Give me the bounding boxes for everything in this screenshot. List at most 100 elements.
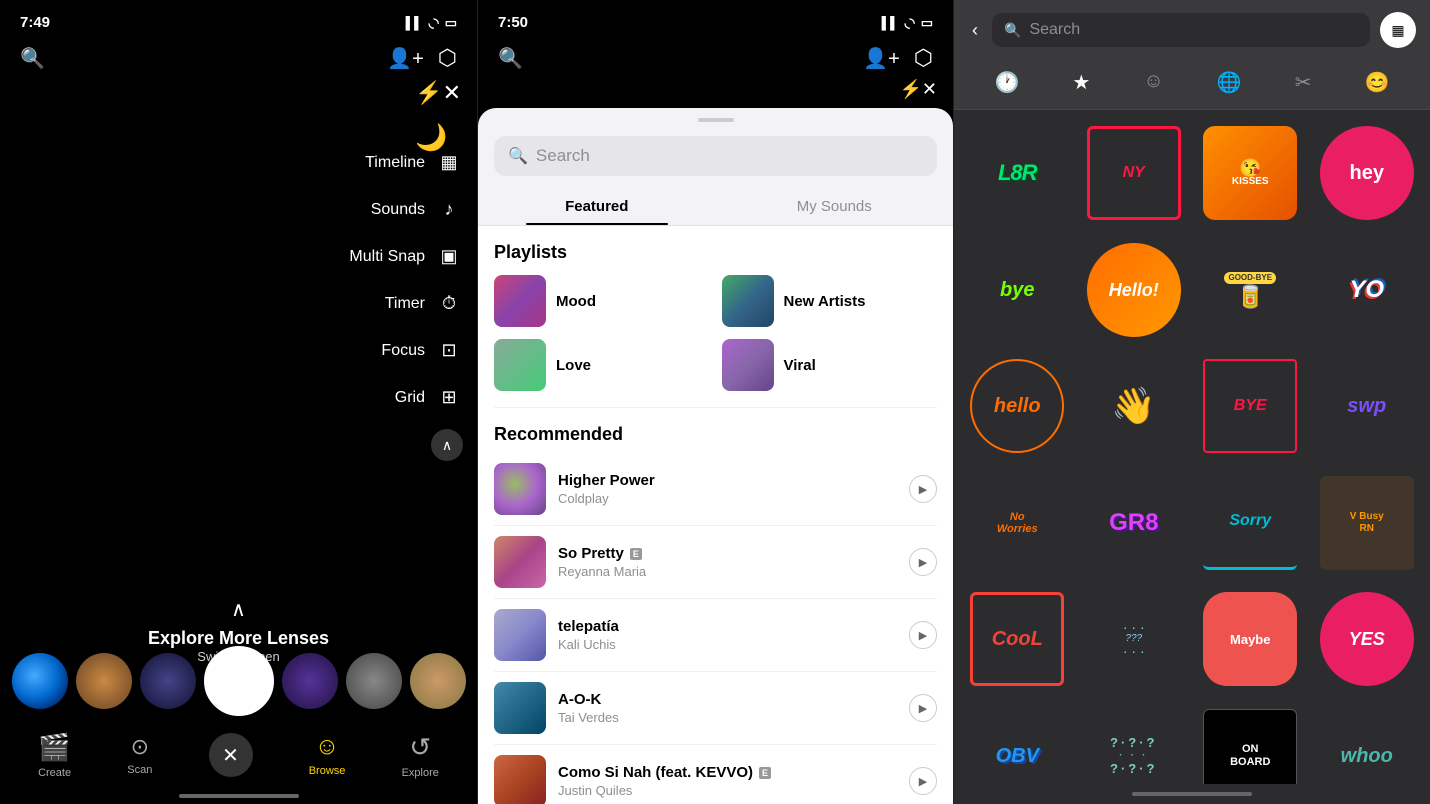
- sticker-qqq[interactable]: ?·?·? · · · ?·?·?: [1077, 699, 1192, 785]
- explore-nav-btn[interactable]: ↺ Explore: [402, 732, 439, 779]
- sticker-onboard[interactable]: ONBOARD: [1193, 699, 1308, 785]
- sounds-search-bar[interactable]: 🔍 Search: [494, 136, 937, 176]
- top-icons-1: 🔍 👤+ ⬡: [0, 37, 477, 79]
- sticker-bye[interactable]: bye: [960, 233, 1075, 348]
- scan-nav-btn[interactable]: ⊙ Scan: [127, 734, 152, 776]
- close-button[interactable]: ✕: [209, 733, 253, 777]
- sticker-yes[interactable]: YES: [1310, 582, 1425, 697]
- song-title-0: Higher Power: [558, 472, 897, 489]
- sticker-category-bar: 🕐 ★ ☺ 🌐 ✂ 😊: [954, 56, 1430, 110]
- focus-label: Focus: [381, 342, 425, 360]
- playlist-new-artists[interactable]: New Artists: [722, 275, 938, 327]
- sticker-cool[interactable]: CooL: [960, 582, 1075, 697]
- starred-category-icon[interactable]: ★: [1062, 66, 1100, 99]
- playlist-love[interactable]: Love: [494, 339, 710, 391]
- sticker-qqq-content: ?·?·? · · · ?·?·?: [1087, 709, 1181, 784]
- sticker-hello-content: Hello!: [1087, 243, 1181, 337]
- browse-label: Browse: [309, 765, 346, 777]
- sticker-search-bar[interactable]: 🔍 Search: [992, 13, 1370, 47]
- face-category-icon[interactable]: 😊: [1355, 66, 1400, 99]
- playlists-section-title: Playlists: [478, 226, 953, 271]
- globe-category-icon[interactable]: 🌐: [1207, 66, 1252, 99]
- add-friend-icon-2[interactable]: 👤+: [863, 46, 900, 71]
- sticker-goodbye[interactable]: GOOD-BYE 🥫: [1193, 233, 1308, 348]
- lens-face[interactable]: [410, 653, 466, 709]
- song-item-4[interactable]: Como Si Nah (feat. KEVVO) E Justin Quile…: [478, 745, 953, 804]
- lens-gray[interactable]: [346, 653, 402, 709]
- sticker-dots[interactable]: · · · ??? · · ·: [1077, 582, 1192, 697]
- my-sounds-tab[interactable]: My Sounds: [716, 188, 954, 225]
- play-btn-4[interactable]: ▶: [909, 767, 937, 795]
- sticker-obv[interactable]: OBV: [960, 699, 1075, 785]
- add-friend-icon[interactable]: 👤+: [387, 46, 424, 71]
- create-nav-btn[interactable]: 🎬 Create: [38, 732, 71, 779]
- sticker-bye2[interactable]: BYE: [1193, 349, 1308, 464]
- sticker-sorry-content: Sorry: [1203, 476, 1297, 570]
- viral-thumb: [722, 339, 774, 391]
- timer-menu-item[interactable]: Timer ⏱: [385, 280, 463, 327]
- recent-category-icon[interactable]: 🕐: [985, 66, 1030, 99]
- lens-purple[interactable]: [282, 653, 338, 709]
- browse-icon: ☺: [315, 733, 340, 761]
- sounds-content: Playlists Mood New Artists Love Viral: [478, 226, 953, 804]
- sticker-l8r[interactable]: L8R: [960, 116, 1075, 231]
- sticker-gr8[interactable]: GR8: [1077, 466, 1192, 581]
- explicit-badge-1: E: [630, 548, 642, 560]
- song-item-2[interactable]: telepatía Kali Uchis ▶: [478, 599, 953, 671]
- sticker-yes-content: YES: [1320, 592, 1414, 686]
- featured-tab[interactable]: Featured: [478, 188, 716, 225]
- song-info-4: Como Si Nah (feat. KEVVO) E Justin Quile…: [558, 764, 897, 798]
- flash-icon[interactable]: ⚡✕: [415, 80, 461, 106]
- lens-active[interactable]: [204, 646, 274, 716]
- search-icon-2[interactable]: 🔍: [498, 46, 523, 71]
- multisnap-menu-item[interactable]: Multi Snap ▣: [349, 233, 463, 280]
- song-item-3[interactable]: A-O-K Tai Verdes ▶: [478, 672, 953, 744]
- sticker-hey[interactable]: hey: [1310, 116, 1425, 231]
- lens-game[interactable]: [140, 653, 196, 709]
- timeline-label: Timeline: [365, 154, 425, 172]
- sticker-hello[interactable]: Hello!: [1077, 233, 1192, 348]
- sticker-action-button[interactable]: ▦: [1380, 12, 1416, 48]
- expand-menu-button[interactable]: ∧: [431, 429, 463, 461]
- sticker-kisses[interactable]: 😘 KISSES: [1193, 116, 1308, 231]
- sticker-ny[interactable]: NY: [1077, 116, 1192, 231]
- play-btn-2[interactable]: ▶: [909, 621, 937, 649]
- search-icon-1[interactable]: 🔍: [20, 46, 45, 71]
- play-btn-3[interactable]: ▶: [909, 694, 937, 722]
- night-mode-icon[interactable]: 🌙: [415, 122, 461, 153]
- playlist-viral[interactable]: Viral: [722, 339, 938, 391]
- mood-label: Mood: [556, 293, 596, 310]
- sounds-menu-item[interactable]: Sounds ♪: [371, 186, 463, 233]
- sticker-yo[interactable]: YO: [1310, 233, 1425, 348]
- sticker-wave[interactable]: 👋: [1077, 349, 1192, 464]
- snap-icon[interactable]: ⬡: [438, 45, 457, 71]
- play-btn-0[interactable]: ▶: [909, 475, 937, 503]
- song-item-0[interactable]: Higher Power Coldplay ▶: [478, 453, 953, 525]
- sticker-whoo[interactable]: whoo: [1310, 699, 1425, 785]
- sticker-hello2[interactable]: hello: [960, 349, 1075, 464]
- flash-icon-2[interactable]: ⚡✕: [900, 79, 938, 100]
- lens-globe[interactable]: [12, 653, 68, 709]
- emoji-category-icon[interactable]: ☺: [1133, 66, 1173, 99]
- sticker-sorry[interactable]: Sorry: [1193, 466, 1308, 581]
- scissors-category-icon[interactable]: ✂: [1285, 66, 1322, 99]
- snap-icon-2[interactable]: ⬡: [914, 45, 933, 71]
- play-btn-1[interactable]: ▶: [909, 548, 937, 576]
- sticker-maybe[interactable]: Maybe: [1193, 582, 1308, 697]
- sticker-gr8-content: GR8: [1087, 476, 1181, 570]
- browse-nav-btn[interactable]: ☺ Browse: [309, 733, 346, 777]
- focus-menu-item[interactable]: Focus ⊡: [381, 327, 463, 374]
- sticker-swp[interactable]: swp: [1310, 349, 1425, 464]
- back-button[interactable]: ‹: [968, 16, 982, 45]
- status-bar-2: 7:50 ▌▌ ◟◝ ▭: [478, 0, 953, 37]
- song-item-1[interactable]: So Pretty E Reyanna Maria ▶: [478, 526, 953, 598]
- lens-pink[interactable]: [76, 653, 132, 709]
- sticker-noworries[interactable]: NoWorries: [960, 466, 1075, 581]
- grid-menu-item[interactable]: Grid ⊞: [395, 374, 463, 421]
- sticker-bye2-content: BYE: [1203, 359, 1297, 453]
- song-artist-1: Reyanna Maria: [558, 564, 897, 579]
- sticker-noworries-content: NoWorries: [970, 476, 1064, 570]
- playlist-mood[interactable]: Mood: [494, 275, 710, 327]
- sticker-vbusyrn[interactable]: V BusyRN: [1310, 466, 1425, 581]
- sticker-cool-content: CooL: [970, 592, 1064, 686]
